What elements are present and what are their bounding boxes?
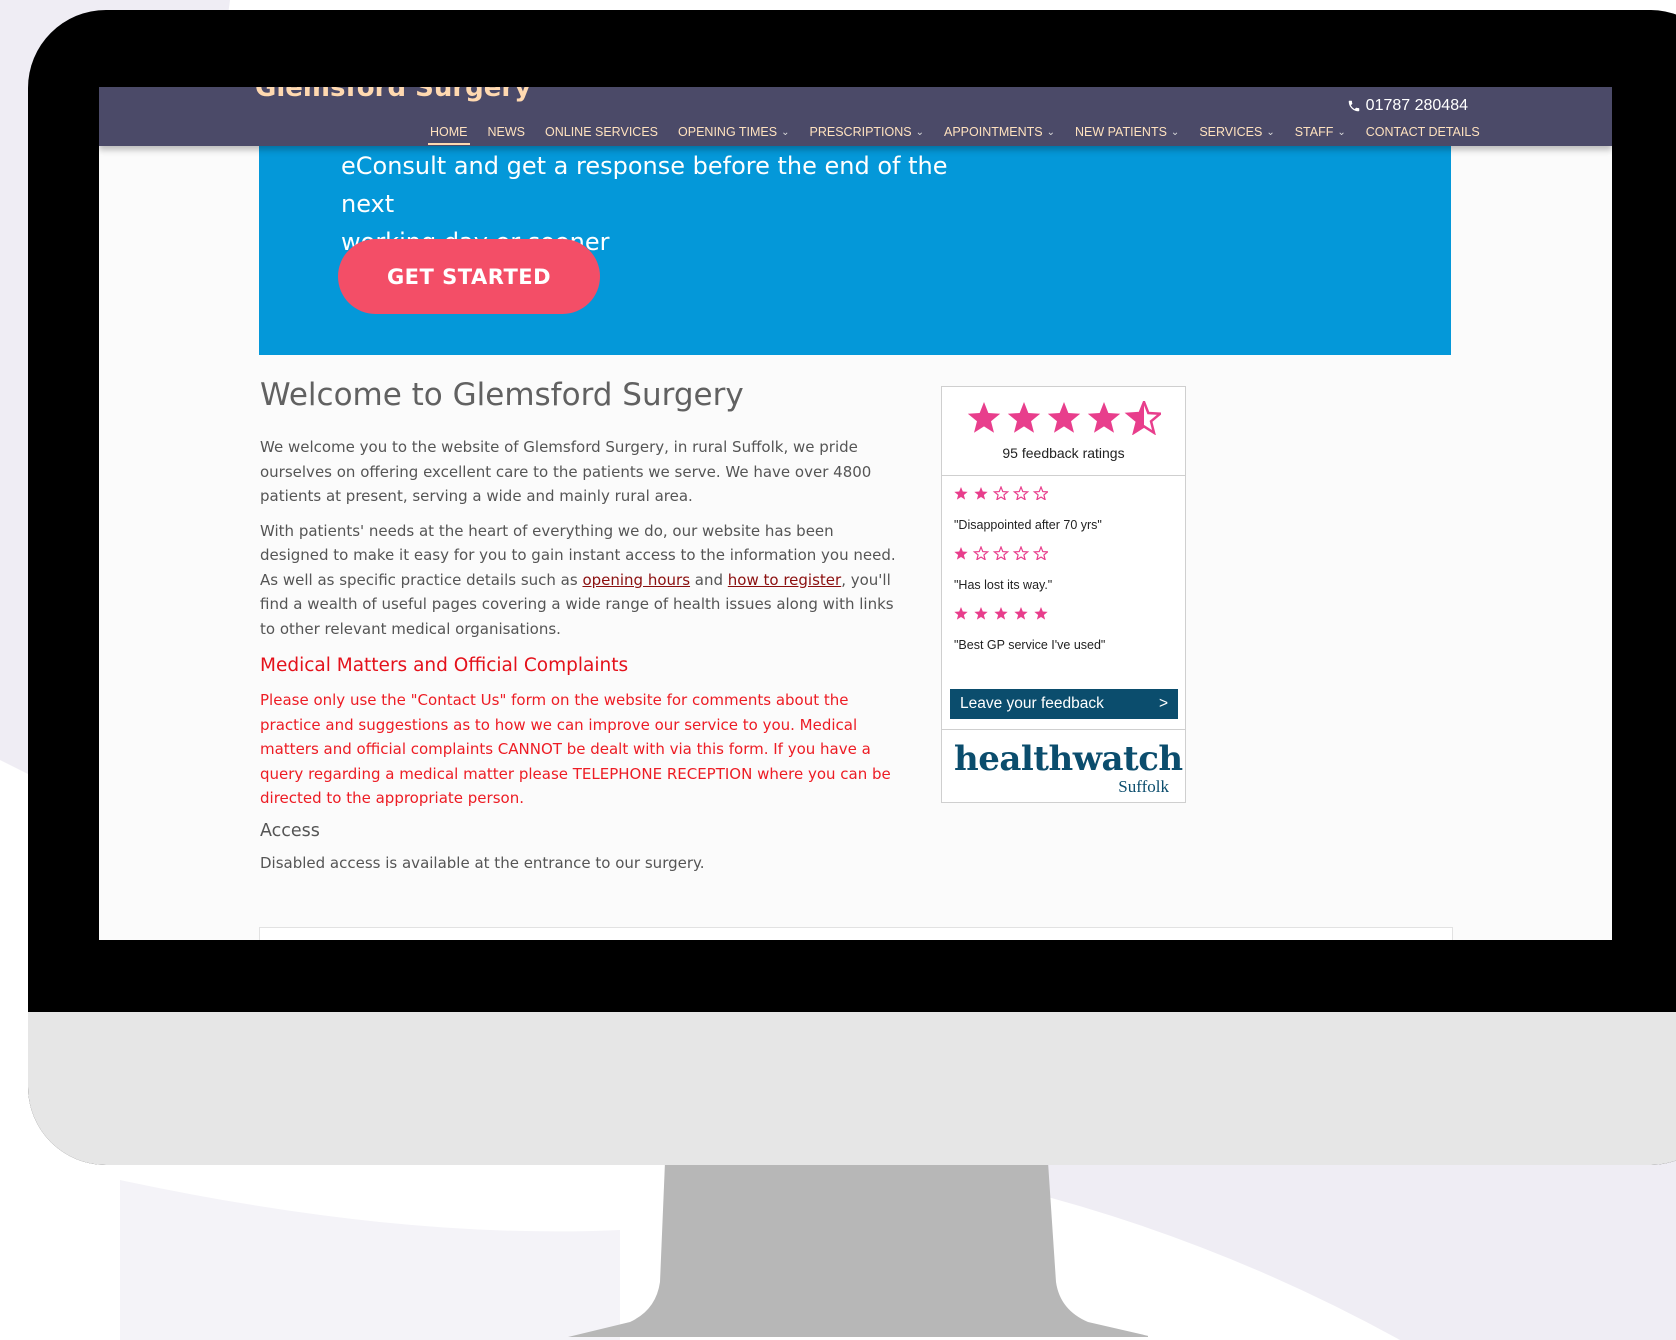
nav-opening-times-label: OPENING TIMES bbox=[678, 125, 778, 139]
star-filled-icon bbox=[994, 607, 1008, 620]
star-filled-icon bbox=[1047, 402, 1080, 433]
chevron-down-icon: ⌄ bbox=[1170, 126, 1180, 138]
nav-appointments-label: APPOINTMENTS bbox=[944, 125, 1043, 139]
star-empty-icon bbox=[992, 545, 1010, 561]
main-content: Welcome to Glemsford Surgery We welcome … bbox=[260, 377, 900, 885]
chevron-down-icon: ⌄ bbox=[1337, 126, 1346, 138]
phone-number[interactable]: 01787 280484 bbox=[1347, 97, 1468, 115]
star-rating-icons bbox=[954, 485, 1050, 501]
hero-line-1: eConsult and get a response before the e… bbox=[341, 152, 948, 218]
nav-online-services-label: ONLINE SERVICES bbox=[545, 125, 659, 139]
review-stars bbox=[954, 545, 1173, 564]
nav-services[interactable]: SERVICES ⌄ bbox=[1189, 125, 1284, 139]
star-empty-icon bbox=[1012, 485, 1030, 501]
feedback-widget: 95 feedback ratings "Disappointed after … bbox=[941, 386, 1186, 803]
star-filled-icon bbox=[954, 607, 968, 620]
main-menu: HOME NEWS ONLINE SERVICES OPENING TIMES ⌄… bbox=[420, 125, 1490, 145]
browser-screen: eConsult and get a response before the e… bbox=[99, 87, 1612, 940]
chevron-down-icon: ⌄ bbox=[915, 126, 924, 138]
leave-feedback-button[interactable]: Leave your feedback > bbox=[950, 689, 1178, 719]
star-empty-icon bbox=[1012, 545, 1030, 561]
star-filled-icon bbox=[974, 487, 988, 500]
top-navbar: Glemsford Surgery 01787 280484 HOME NEWS… bbox=[99, 87, 1612, 146]
next-section-card bbox=[259, 927, 1453, 940]
star-filled-icon bbox=[967, 402, 1000, 433]
star-filled-icon bbox=[954, 487, 968, 500]
healthwatch-logo[interactable]: healthwatch Suffolk bbox=[954, 739, 1183, 797]
star-filled-icon bbox=[1014, 607, 1028, 620]
star-filled-icon bbox=[954, 547, 968, 560]
nav-staff-label: STAFF bbox=[1294, 125, 1334, 139]
healthwatch-wordmark: healthwatch bbox=[954, 739, 1183, 779]
monitor-stand bbox=[568, 1162, 1148, 1337]
access-text: Disabled access is available at the entr… bbox=[260, 853, 705, 872]
review-text: "Disappointed after 70 yrs" bbox=[954, 518, 1102, 532]
healthwatch-suffolk: Suffolk bbox=[1118, 777, 1169, 796]
nav-prescriptions-label: PRESCRIPTIONS bbox=[809, 125, 912, 139]
review-text: "Best GP service I've used" bbox=[954, 638, 1106, 652]
star-empty-icon bbox=[1032, 545, 1050, 561]
complaints-text: Please only use the "Contact Us" form on… bbox=[260, 691, 891, 807]
star-filled-icon bbox=[1007, 402, 1040, 433]
needs-text-b: and bbox=[690, 570, 728, 589]
nav-opening-times[interactable]: OPENING TIMES ⌄ bbox=[668, 125, 799, 139]
review-stars bbox=[954, 606, 1173, 624]
review-stars bbox=[954, 485, 1173, 504]
opening-hours-link[interactable]: opening hours bbox=[582, 571, 690, 589]
get-started-button[interactable]: GET STARTED bbox=[338, 239, 600, 314]
nav-new-patients[interactable]: NEW PATIENTS ⌄ bbox=[1065, 125, 1189, 139]
nav-appointments[interactable]: APPOINTMENTS ⌄ bbox=[934, 125, 1065, 139]
review-text: "Has lost its way." bbox=[954, 578, 1053, 592]
monitor-frame: eConsult and get a response before the e… bbox=[28, 10, 1676, 1165]
arrow-right-icon: > bbox=[1158, 695, 1168, 712]
star-filled-icon bbox=[1034, 607, 1048, 620]
star-rating-icons bbox=[954, 545, 1050, 561]
star-filled-icon bbox=[1087, 402, 1120, 433]
nav-home[interactable]: HOME bbox=[420, 125, 478, 145]
econsult-hero: eConsult and get a response before the e… bbox=[259, 137, 1451, 355]
site-brand[interactable]: Glemsford Surgery bbox=[255, 87, 531, 103]
monitor-chin bbox=[28, 1012, 1676, 1165]
nav-news[interactable]: NEWS bbox=[478, 125, 536, 139]
review-list: "Disappointed after 70 yrs" "Has lost it… bbox=[942, 476, 1185, 652]
nav-news-label: NEWS bbox=[487, 125, 526, 139]
star-empty-icon bbox=[992, 485, 1010, 501]
star-filled-icon bbox=[974, 607, 988, 620]
star-empty-icon bbox=[1032, 485, 1050, 501]
nav-home-label: HOME bbox=[430, 125, 468, 139]
nav-contact-details-label: CONTACT DETAILS bbox=[1365, 125, 1480, 139]
nav-services-label: SERVICES bbox=[1199, 125, 1263, 139]
access-heading: Access bbox=[260, 820, 320, 841]
star-empty-icon bbox=[972, 545, 990, 561]
how-to-register-link[interactable]: how to register bbox=[728, 571, 841, 589]
complaints-heading: Medical Matters and Official Complaints bbox=[260, 655, 629, 676]
ratings-count: 95 feedback ratings bbox=[1002, 445, 1125, 461]
overall-rating: 95 feedback ratings bbox=[942, 387, 1185, 476]
leave-feedback-label: Leave your feedback bbox=[960, 695, 1104, 712]
nav-contact-details[interactable]: CONTACT DETAILS bbox=[1356, 125, 1490, 139]
nav-new-patients-label: NEW PATIENTS bbox=[1075, 125, 1167, 139]
nav-online-services[interactable]: ONLINE SERVICES bbox=[535, 125, 668, 139]
page-title: Welcome to Glemsford Surgery bbox=[260, 377, 744, 413]
needs-paragraph: With patients' needs at the heart of eve… bbox=[260, 519, 900, 642]
nav-staff[interactable]: STAFF ⌄ bbox=[1285, 125, 1356, 139]
chevron-down-icon: ⌄ bbox=[781, 126, 790, 138]
nav-prescriptions[interactable]: PRESCRIPTIONS ⌄ bbox=[800, 125, 935, 139]
phone-icon bbox=[1348, 100, 1359, 112]
overall-stars bbox=[942, 387, 1185, 443]
intro-paragraph: We welcome you to the website of Glemsfo… bbox=[260, 438, 872, 505]
phone-text: 01787 280484 bbox=[1365, 97, 1468, 114]
chevron-down-icon: ⌄ bbox=[1046, 126, 1056, 138]
star-rating-icons bbox=[954, 607, 1048, 620]
star-rating-icons bbox=[967, 398, 1163, 436]
widget-divider bbox=[942, 729, 1185, 730]
chevron-down-icon: ⌄ bbox=[1266, 126, 1275, 138]
